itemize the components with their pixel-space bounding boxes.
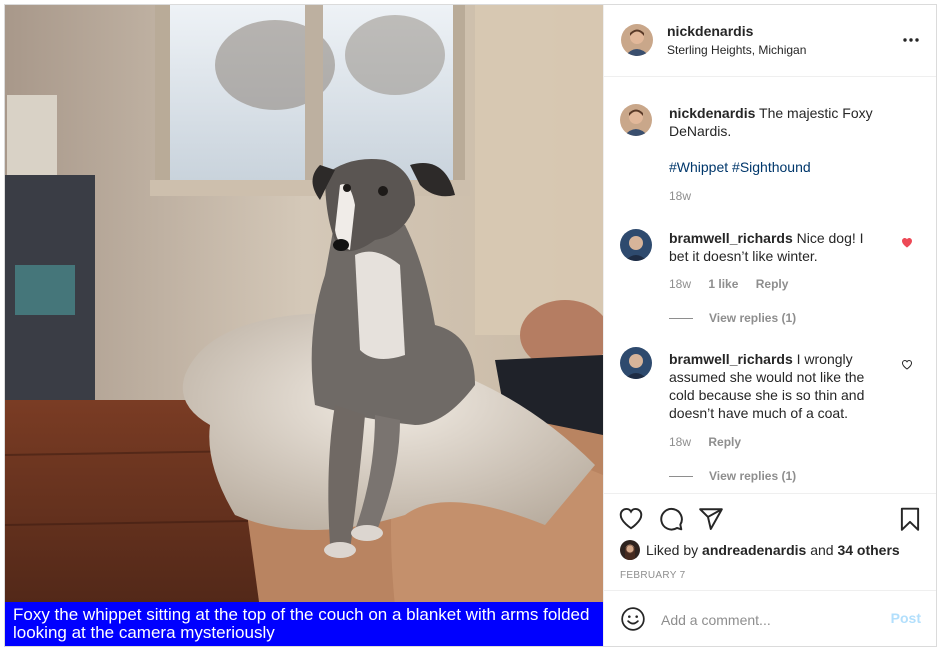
commenter-avatar[interactable] bbox=[620, 347, 652, 379]
author-avatar[interactable] bbox=[621, 24, 653, 56]
like-heart-icon[interactable] bbox=[618, 506, 644, 532]
avatar-image bbox=[620, 104, 652, 136]
post-actions: Liked by andreadenardis and 34 others FE… bbox=[604, 493, 936, 589]
view-replies-label: View replies (1) bbox=[709, 469, 797, 483]
comment-meta: 18w bbox=[669, 189, 705, 203]
reply-button[interactable]: Reply bbox=[708, 435, 741, 449]
post-comment-button[interactable]: Post bbox=[891, 610, 921, 626]
whippet-photo-illustration bbox=[5, 5, 603, 646]
liked-by-and: and bbox=[810, 542, 834, 558]
comment-time[interactable]: 18w bbox=[669, 277, 691, 291]
share-send-icon[interactable] bbox=[698, 506, 724, 532]
replies-divider bbox=[669, 317, 693, 319]
view-replies-label: View replies (1) bbox=[709, 311, 797, 325]
view-replies-button[interactable]: View replies (1) bbox=[669, 311, 796, 325]
add-comment-bar: Post bbox=[604, 590, 936, 646]
more-options-icon[interactable] bbox=[902, 31, 920, 49]
commenter-avatar[interactable] bbox=[620, 229, 652, 261]
view-replies-button[interactable]: View replies (1) bbox=[669, 469, 796, 483]
replies-divider bbox=[669, 475, 693, 477]
comment-text: bramwell_richards I wrongly assumed she … bbox=[669, 350, 881, 422]
heart-filled-icon[interactable] bbox=[901, 237, 913, 249]
post-side-panel: nickdenardis Sterling Heights, Michigan bbox=[603, 5, 936, 646]
reply-button[interactable]: Reply bbox=[756, 277, 789, 291]
author-avatar[interactable] bbox=[620, 104, 652, 136]
liked-by-others[interactable]: 34 others bbox=[837, 542, 899, 558]
image-caption-bar: Foxy the whippet sitting at the top of t… bbox=[5, 602, 603, 646]
comment-time[interactable]: 18w bbox=[669, 189, 691, 203]
heart-outline-icon[interactable] bbox=[901, 359, 913, 371]
liked-by-prefix: Liked by bbox=[646, 542, 699, 558]
avatar-image bbox=[621, 24, 653, 56]
liked-by-summary: Liked by andreadenardis and 34 others bbox=[620, 540, 900, 560]
comment-meta: 18w Reply bbox=[669, 435, 755, 449]
comment-icon[interactable] bbox=[658, 506, 684, 532]
instagram-post: Foxy the whippet sitting at the top of t… bbox=[4, 4, 937, 647]
avatar-image bbox=[620, 347, 652, 379]
comment-text: bramwell_richards Nice dog! I bet it doe… bbox=[669, 229, 881, 265]
comment-username[interactable]: nickdenardis bbox=[669, 105, 755, 121]
post-date[interactable]: FEBRUARY 7 bbox=[620, 570, 685, 581]
avatar-image bbox=[620, 229, 652, 261]
author-username[interactable]: nickdenardis bbox=[667, 23, 753, 39]
comment-likes[interactable]: 1 like bbox=[708, 277, 738, 291]
post-photo[interactable]: Foxy the whippet sitting at the top of t… bbox=[5, 5, 603, 646]
caption-text: nickdenardis The majestic Foxy DeNardis. bbox=[669, 104, 881, 140]
comment-time[interactable]: 18w bbox=[669, 435, 691, 449]
comments-list[interactable]: nickdenardis The majestic Foxy DeNardis.… bbox=[604, 77, 936, 493]
comment-input[interactable] bbox=[659, 607, 878, 633]
comment-username[interactable]: bramwell_richards bbox=[669, 230, 793, 246]
comment-meta: 18w 1 like Reply bbox=[669, 277, 802, 291]
liker-avatar[interactable] bbox=[620, 540, 640, 560]
save-bookmark-icon[interactable] bbox=[897, 506, 923, 532]
post-header: nickdenardis Sterling Heights, Michigan bbox=[604, 5, 936, 77]
avatar-image bbox=[620, 540, 640, 560]
post-location[interactable]: Sterling Heights, Michigan bbox=[667, 43, 806, 57]
liked-by-username[interactable]: andreadenardis bbox=[702, 542, 806, 558]
hashtags[interactable]: #Whippet #Sighthound bbox=[669, 158, 881, 176]
comment-username[interactable]: bramwell_richards bbox=[669, 351, 793, 367]
emoji-icon[interactable] bbox=[620, 606, 646, 632]
